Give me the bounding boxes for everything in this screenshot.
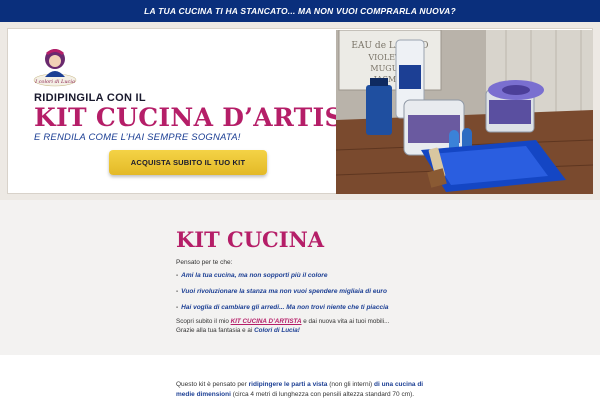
benefit-text: Ami la tua cucina, ma non sopporti più i…: [181, 272, 328, 279]
kit-description-section: Questo kit è pensato per ridipingere le …: [0, 355, 600, 400]
body-text: Grazie alla tua fantasia e ai: [176, 327, 255, 334]
kit-cucina-artista-link[interactable]: KIT CUCINA D’ARTISTA: [231, 318, 302, 325]
hero-subtitle: E RENDILA COME L’HAI SEMPRE SOGNATA!: [34, 132, 241, 143]
description-text: (circa 4 metri di lunghezza con pensili …: [230, 390, 415, 398]
benefit-list: - Ami la tua cucina, ma non sopporti più …: [176, 272, 389, 320]
kit-description-text: Questo kit è pensato per ridipingere le …: [176, 380, 436, 399]
description-text: Questo kit è pensato per: [176, 381, 249, 388]
colori-di-lucia-logo-icon[interactable]: I colori di Lucia: [32, 43, 78, 89]
body-text: e dai nuova vita ai tuoi mobili...: [301, 318, 390, 325]
description-emphasis: ridipingere le parti a vista: [248, 381, 328, 388]
hero-section: I colori di Lucia RIDIPINGILA CON IL KIT…: [0, 22, 600, 200]
list-item: - Ami la tua cucina, ma non sopporti più …: [176, 272, 328, 279]
svg-text:I colori di Lucia: I colori di Lucia: [34, 79, 75, 85]
brand-emphasis: Colori di Lucia!: [254, 327, 300, 334]
announcement-text: LA TUA CUCINA TI HA STANCATO... MA NON V…: [144, 6, 456, 16]
benefit-text: Hai voglia di cambiare gli arredi... Ma …: [181, 304, 389, 311]
buy-kit-button[interactable]: ACQUISTA SUBITO IL TUO KIT: [109, 150, 267, 175]
benefit-text: Vuoi rivoluzionare la stanza ma non vuoi…: [181, 288, 387, 295]
description-text: (non gli interni): [327, 381, 374, 388]
hero-title: KIT CUCINA D’ARTISTA: [34, 103, 381, 132]
paint-kit-photo-icon: EAU de LAVANO VIOLETTE MUGUET JASMIN: [336, 30, 593, 194]
body-text: Scopri subito il mio: [176, 318, 231, 325]
announcement-bar: LA TUA CUCINA TI HA STANCATO... MA NON V…: [0, 0, 600, 22]
kit-section-intro: Pensato per te che:: [176, 259, 233, 266]
kit-section: KIT CUCINA Pensato per te che: - Ami la t…: [0, 200, 600, 355]
list-item: - Vuoi rivoluzionare la stanza ma non vuo…: [176, 288, 387, 295]
hero-card: I colori di Lucia RIDIPINGILA CON IL KIT…: [7, 28, 593, 194]
kit-section-body: Scopri subito il mio KIT CUCINA D’ARTIST…: [176, 317, 436, 335]
buy-kit-button-label: ACQUISTA SUBITO IL TUO KIT: [130, 158, 246, 167]
kit-section-title: KIT CUCINA: [176, 227, 325, 252]
